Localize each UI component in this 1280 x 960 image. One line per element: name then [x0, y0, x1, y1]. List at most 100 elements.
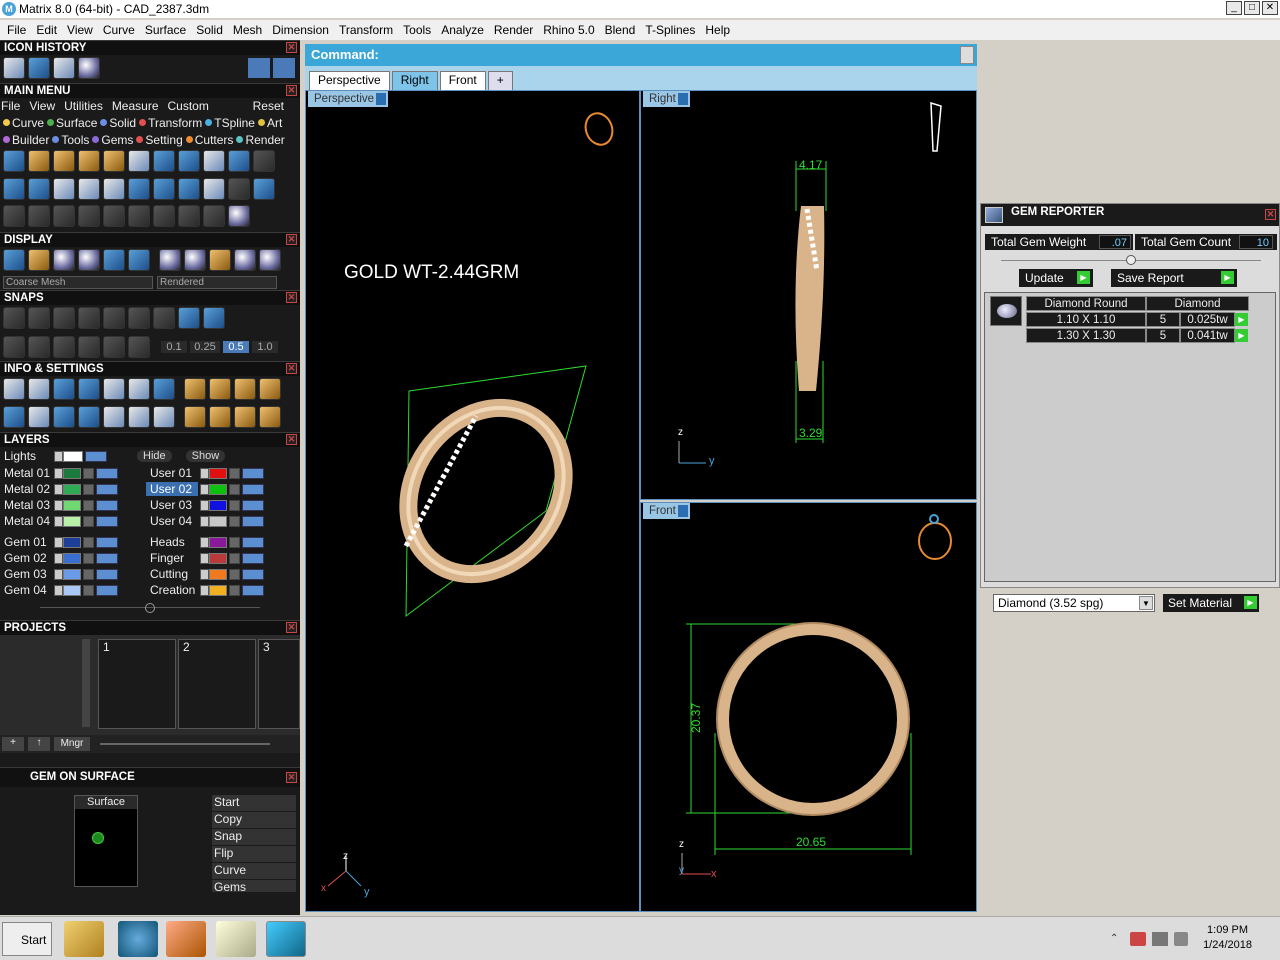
expand-icon[interactable]: [200, 515, 209, 527]
lock-icon[interactable]: [83, 467, 94, 479]
save-icon[interactable]: [53, 57, 75, 79]
show-button[interactable]: Show: [185, 450, 226, 462]
material-icon[interactable]: [209, 249, 231, 271]
snap-near-icon[interactable]: [28, 307, 50, 329]
submenu-measure[interactable]: Measure: [112, 99, 159, 113]
expand-icon[interactable]: [54, 568, 63, 580]
submenu-file[interactable]: File: [1, 99, 20, 113]
tool-icon[interactable]: [253, 150, 275, 172]
category-transform[interactable]: Transform: [148, 116, 202, 130]
projects-scrollbar[interactable]: [82, 639, 90, 727]
tool-icon[interactable]: [103, 150, 125, 172]
play-icon[interactable]: ▶: [1244, 596, 1257, 609]
tool-icon[interactable]: [103, 177, 125, 200]
set-material-button[interactable]: Set Material ▶: [1163, 594, 1259, 612]
display-icon[interactable]: [128, 249, 150, 271]
lock-icon[interactable]: [229, 584, 240, 596]
project-slot[interactable]: 1: [98, 639, 176, 729]
layer-row[interactable]: User 03: [146, 497, 296, 513]
category-art[interactable]: Art: [267, 116, 282, 130]
tool-icon[interactable]: [178, 177, 200, 200]
tool-icon[interactable]: [53, 150, 75, 172]
category-curve[interactable]: Curve: [12, 116, 44, 130]
menu-analyze[interactable]: Analyze: [436, 23, 489, 37]
layer-color[interactable]: [209, 568, 227, 580]
expand-icon[interactable]: [200, 483, 209, 495]
submenu-view[interactable]: View: [29, 99, 55, 113]
layer-color[interactable]: [63, 552, 81, 564]
tool-icon[interactable]: [203, 177, 225, 200]
layer-row[interactable]: User 04: [146, 513, 296, 529]
chevron-down-icon[interactable]: ▼: [1139, 596, 1153, 610]
expand-icon[interactable]: [200, 552, 209, 564]
layer-color[interactable]: [209, 483, 227, 495]
minimize-icon[interactable]: _: [1226, 1, 1242, 15]
material-icon[interactable]: [184, 249, 206, 271]
layer-color[interactable]: [63, 584, 81, 596]
menu-solid[interactable]: Solid: [191, 23, 228, 37]
category-render[interactable]: Render: [245, 133, 284, 147]
layer-row[interactable]: Cutting: [146, 566, 296, 582]
front-viewport[interactable]: Front 20.37 20.65 z y x: [640, 502, 977, 912]
start-button[interactable]: Start: [212, 795, 296, 811]
tool-icon[interactable]: [153, 150, 175, 172]
close-icon[interactable]: ✕: [286, 363, 297, 374]
rendered-icon[interactable]: [78, 249, 100, 271]
cube-icon[interactable]: [53, 405, 75, 428]
back-arrow-icon[interactable]: [248, 58, 270, 78]
menu-render[interactable]: Render: [489, 23, 538, 37]
tool-icon[interactable]: [228, 205, 250, 228]
expand-icon[interactable]: [200, 536, 209, 548]
category-tspline[interactable]: TSpline: [214, 116, 255, 130]
history-tool-icon[interactable]: [28, 57, 50, 79]
play-icon[interactable]: ▶: [1221, 271, 1234, 284]
layer-row[interactable]: Metal 01: [0, 465, 146, 481]
manager-button[interactable]: Mngr: [54, 737, 90, 751]
tool-icon[interactable]: [28, 205, 50, 228]
category-setting[interactable]: Setting: [145, 133, 182, 147]
layer-color[interactable]: [209, 536, 227, 548]
menu-surface[interactable]: Surface: [140, 23, 191, 37]
network-icon[interactable]: [1152, 932, 1168, 946]
snap-int-icon[interactable]: [128, 307, 150, 329]
tool-icon[interactable]: [3, 177, 25, 200]
copy-button[interactable]: Copy: [212, 812, 296, 828]
volume-icon[interactable]: [1174, 932, 1188, 946]
layer-color[interactable]: [209, 467, 227, 479]
command-scrollbar[interactable]: [960, 46, 974, 64]
lock-icon[interactable]: [229, 536, 240, 548]
lock-icon[interactable]: [229, 483, 240, 495]
filter-icon[interactable]: [103, 405, 125, 428]
snap-end-icon[interactable]: [3, 307, 25, 329]
layer-visibility-toggle[interactable]: [242, 568, 264, 580]
box-icon[interactable]: [28, 336, 50, 358]
clock[interactable]: 1:09 PM 1/24/2018: [1203, 923, 1252, 953]
close-icon[interactable]: ✕: [1265, 209, 1276, 220]
layer-visibility-toggle[interactable]: [96, 499, 118, 511]
tool-icon[interactable]: [128, 205, 150, 228]
layer-color[interactable]: [63, 499, 81, 511]
expand-icon[interactable]: [54, 584, 63, 596]
expand-icon[interactable]: [200, 499, 209, 511]
line-icon[interactable]: [53, 336, 75, 358]
snap-point-icon[interactable]: [53, 307, 75, 329]
window-icon[interactable]: [3, 405, 25, 428]
tool-icon[interactable]: [228, 177, 250, 200]
tool-icon[interactable]: [153, 177, 175, 200]
action-center-icon[interactable]: [1130, 932, 1146, 946]
close-icon[interactable]: ✕: [286, 85, 297, 96]
start-button[interactable]: Start: [2, 922, 52, 956]
material-icon[interactable]: [259, 249, 281, 271]
tab-front[interactable]: Front: [439, 71, 486, 90]
layer-visibility-toggle[interactable]: [85, 450, 107, 462]
lock-icon[interactable]: [229, 499, 240, 511]
command-bar[interactable]: Command:: [305, 44, 977, 66]
layer-visibility-toggle[interactable]: [242, 499, 264, 511]
display-icon[interactable]: [28, 249, 50, 271]
material-icon[interactable]: [234, 249, 256, 271]
close-icon[interactable]: ✕: [286, 234, 297, 245]
select-icon[interactable]: [128, 405, 150, 428]
lock-icon[interactable]: [83, 552, 94, 564]
category-tools[interactable]: Tools: [61, 133, 89, 147]
shaded-icon[interactable]: [53, 249, 75, 271]
